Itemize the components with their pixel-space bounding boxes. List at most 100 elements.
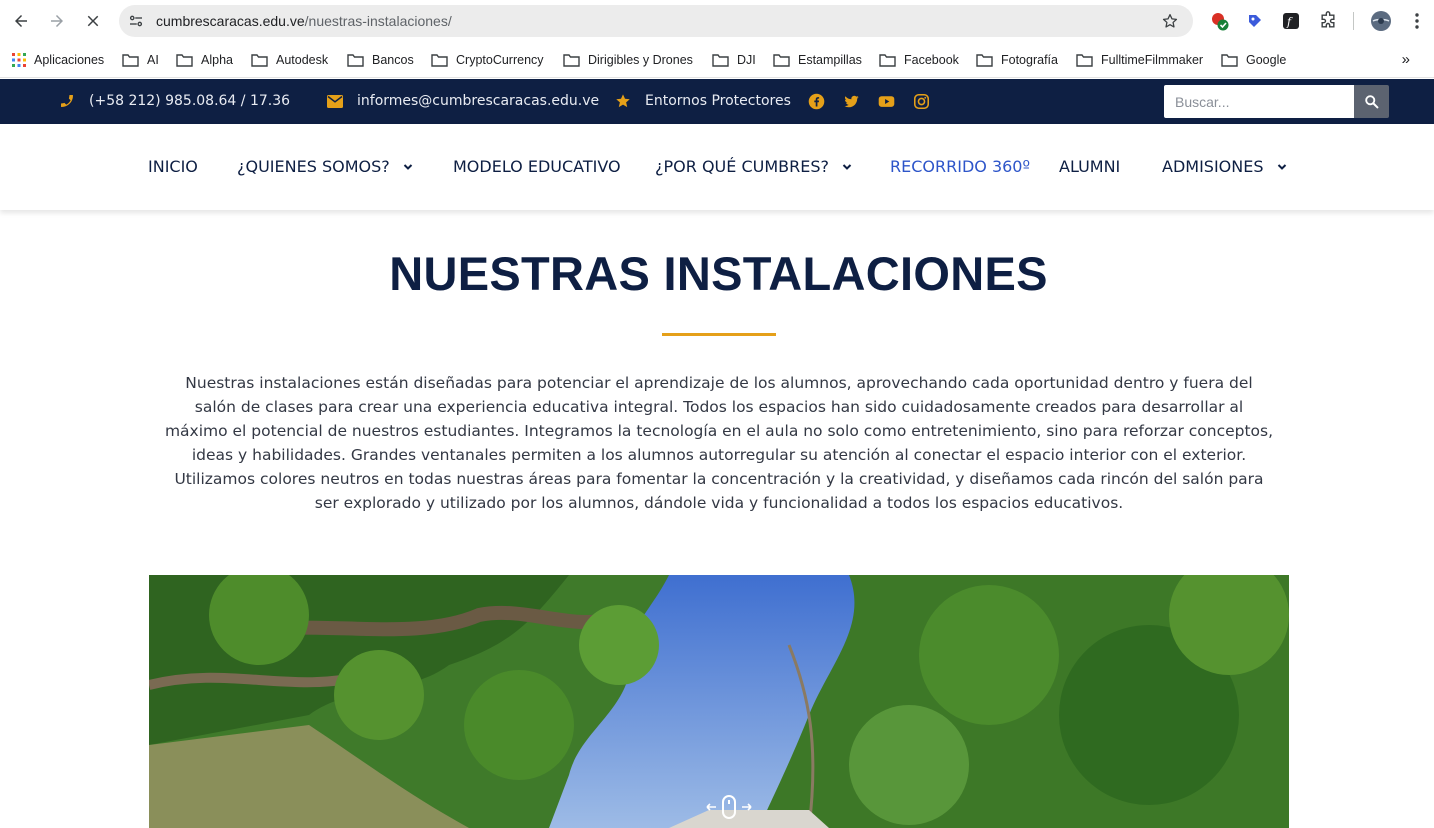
- bookmark-folder-bancos[interactable]: Bancos: [347, 50, 414, 70]
- nav-modelo-educativo[interactable]: MODELO EDUCATIVO: [453, 157, 621, 176]
- bookmark-label: Estampillas: [798, 53, 862, 67]
- email-contact[interactable]: informes@cumbrescaracas.edu.ve: [327, 93, 599, 109]
- url-path: /nuestras-instalaciones/: [304, 13, 452, 29]
- toolbar-separator: [1353, 12, 1354, 30]
- folder-icon: [1221, 54, 1238, 67]
- url-text: cumbrescaracas.edu.ve/nuestras-instalaci…: [156, 13, 452, 29]
- bookmark-folder-google[interactable]: Google: [1221, 50, 1286, 70]
- nav-quienes-somos[interactable]: ¿QUIENES SOMOS?: [237, 157, 413, 176]
- bookmarks-bar: Aplicaciones AI Alpha Autodesk Bancos Cr…: [0, 42, 1434, 78]
- folder-icon: [712, 54, 729, 67]
- protective-text: Entornos Protectores: [645, 93, 791, 109]
- search-button[interactable]: [1354, 85, 1389, 118]
- bookmark-label: FulltimeFilmmaker: [1101, 53, 1204, 67]
- bookmark-label: CryptoCurrency: [456, 53, 544, 67]
- bookmark-folder-estampillas[interactable]: Estampillas: [773, 50, 862, 70]
- search-icon: [1365, 95, 1379, 109]
- intro-line: salón de clases para crear una experienc…: [194, 398, 1244, 416]
- chevron-down-icon: [842, 163, 852, 170]
- star-icon: [616, 94, 630, 108]
- bookmark-label: Fotografía: [1001, 53, 1058, 67]
- nav-admisiones[interactable]: ADMISIONES: [1162, 157, 1287, 176]
- intro-line: Utilizamos colores neutros en todas nues…: [174, 470, 1264, 488]
- panorama-360-viewer[interactable]: [149, 575, 1289, 828]
- bookmark-folder-autodesk[interactable]: Autodesk: [251, 50, 328, 70]
- nav-label: ALUMNI: [1059, 157, 1121, 176]
- nav-por-que-cumbres[interactable]: ¿POR QUÉ CUMBRES?: [655, 157, 852, 176]
- intro-line: Nuestras instalaciones están diseñadas p…: [185, 374, 1253, 392]
- bookmark-label: DJI: [737, 53, 756, 67]
- nav-label: ¿QUIENES SOMOS?: [237, 157, 390, 176]
- back-arrow-icon: [15, 15, 27, 27]
- bookmark-aplicaciones[interactable]: Aplicaciones: [12, 50, 104, 70]
- protective-environments-link[interactable]: Entornos Protectores: [615, 93, 791, 109]
- bookmark-label: Google: [1246, 53, 1287, 67]
- twitter-icon[interactable]: [843, 93, 860, 110]
- more-bookmarks-button[interactable]: »: [1402, 51, 1410, 68]
- forward-button[interactable]: [44, 8, 70, 34]
- nav-label: ¿POR QUÉ CUMBRES?: [655, 157, 829, 176]
- extension-tag-icon[interactable]: [1244, 10, 1266, 32]
- drag-mouse-icon: [706, 795, 752, 819]
- bookmark-folder-fotografia[interactable]: Fotografía: [976, 50, 1058, 70]
- site-info-icon[interactable]: [127, 12, 145, 30]
- intro-paragraph: Nuestras instalaciones están diseñadas p…: [145, 371, 1293, 515]
- nav-recorrido-360[interactable]: RECORRIDO 360º: [890, 157, 1030, 176]
- bookmark-folder-dirigibles[interactable]: Dirigibles y Drones: [563, 50, 693, 70]
- nav-label: ADMISIONES: [1162, 157, 1264, 176]
- folder-icon: [176, 54, 193, 67]
- extension-todo-icon[interactable]: [1209, 10, 1231, 32]
- bookmark-label: Autodesk: [276, 53, 329, 67]
- address-bar[interactable]: cumbrescaracas.edu.ve/nuestras-instalaci…: [119, 5, 1193, 37]
- youtube-icon[interactable]: [878, 93, 895, 110]
- folder-icon: [1076, 54, 1093, 67]
- page-title: NUESTRAS INSTALACIONES: [389, 247, 1048, 300]
- bookmark-folder-alpha[interactable]: Alpha: [176, 50, 233, 70]
- extensions-puzzle-icon[interactable]: [1317, 10, 1339, 32]
- back-button[interactable]: [8, 8, 34, 34]
- bookmark-star-icon[interactable]: [1161, 12, 1179, 30]
- site-search: [1164, 85, 1389, 118]
- nav-inicio[interactable]: INICIO: [148, 157, 198, 176]
- profile-avatar[interactable]: [1370, 10, 1392, 32]
- bookmark-label: Aplicaciones: [34, 53, 105, 67]
- chevron-down-icon: [403, 163, 412, 170]
- chevron-down-icon: [1277, 163, 1286, 170]
- folder-icon: [122, 54, 139, 67]
- bookmark-folder-fulltimefilmmaker[interactable]: FulltimeFilmmaker: [1076, 50, 1203, 70]
- panorama-image: [149, 575, 1289, 828]
- folder-icon: [251, 54, 268, 67]
- title-divider: [662, 333, 776, 336]
- phone-text: (+58 212) 985.08.64 / 17.36: [89, 93, 291, 109]
- main-navigation: INICIO ¿QUIENES SOMOS? MODELO EDUCATIVO …: [0, 124, 1434, 210]
- instagram-icon[interactable]: [913, 93, 930, 110]
- folder-icon: [976, 54, 993, 67]
- forward-arrow-icon: [51, 15, 63, 27]
- intro-line: ser explorado y utilizado por los alumno…: [314, 494, 1124, 512]
- phone-contact[interactable]: (+58 212) 985.08.64 / 17.36: [59, 93, 290, 109]
- bookmark-folder-facebook[interactable]: Facebook: [879, 50, 959, 70]
- facebook-icon[interactable]: [808, 93, 825, 110]
- intro-line: máximo el potencial de nuestros estudian…: [164, 422, 1274, 440]
- search-input[interactable]: [1164, 85, 1354, 118]
- browser-menu-icon[interactable]: [1406, 10, 1428, 32]
- bookmark-folder-cryptocurrency[interactable]: CryptoCurrency: [431, 50, 544, 70]
- nav-label: INICIO: [148, 157, 198, 176]
- extension-font-icon[interactable]: f: [1280, 10, 1302, 32]
- intro-line: ideas y habilidades. Grandes ventanales …: [191, 446, 1247, 464]
- email-text: informes@cumbrescaracas.edu.ve: [357, 93, 600, 109]
- stop-loading-button[interactable]: [80, 8, 106, 34]
- bookmark-folder-ai[interactable]: AI: [122, 50, 159, 70]
- nav-alumni[interactable]: ALUMNI: [1059, 157, 1120, 176]
- bookmark-folder-dji[interactable]: DJI: [712, 50, 756, 70]
- folder-icon: [879, 54, 896, 67]
- bookmark-label: Bancos: [372, 53, 414, 67]
- envelope-icon: [327, 94, 343, 108]
- apps-grid-icon: [12, 53, 26, 67]
- phone-icon: [61, 95, 73, 107]
- folder-icon: [347, 54, 364, 67]
- url-host: cumbrescaracas.edu.ve: [156, 13, 305, 29]
- nav-label: MODELO EDUCATIVO: [453, 157, 621, 176]
- bookmark-label: Alpha: [201, 53, 233, 67]
- bookmark-label: AI: [147, 53, 159, 67]
